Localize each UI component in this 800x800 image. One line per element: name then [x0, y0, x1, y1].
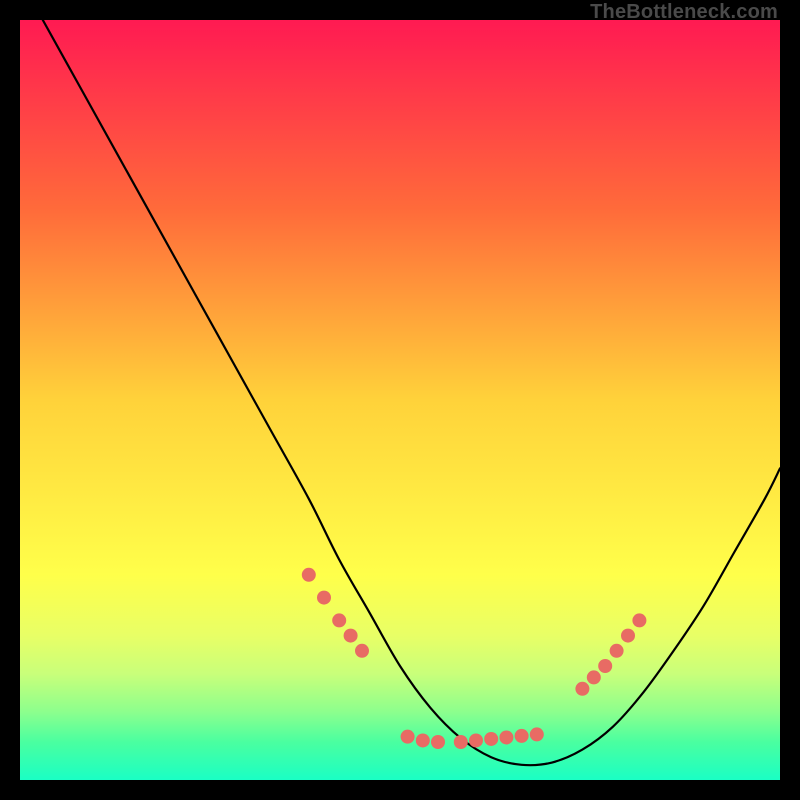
- marker-dot: [484, 732, 498, 746]
- marker-dot: [515, 729, 529, 743]
- marker-dot: [575, 682, 589, 696]
- marker-dot: [344, 629, 358, 643]
- marker-dot: [401, 730, 415, 744]
- marker-dot: [431, 735, 445, 749]
- marker-dot: [469, 733, 483, 747]
- marker-dot: [416, 733, 430, 747]
- bottleneck-curve-chart: [20, 20, 780, 780]
- marker-dot: [530, 727, 544, 741]
- marker-dot: [317, 591, 331, 605]
- marker-dot: [632, 613, 646, 627]
- marker-dot: [621, 629, 635, 643]
- chart-frame: [20, 20, 780, 780]
- marker-dot: [332, 613, 346, 627]
- marker-dot: [598, 659, 612, 673]
- marker-dot: [355, 644, 369, 658]
- marker-dot: [587, 670, 601, 684]
- marker-dot: [610, 644, 624, 658]
- marker-dot: [454, 735, 468, 749]
- marker-dot: [499, 730, 513, 744]
- marker-dot: [302, 568, 316, 582]
- watermark-text: TheBottleneck.com: [590, 1, 778, 24]
